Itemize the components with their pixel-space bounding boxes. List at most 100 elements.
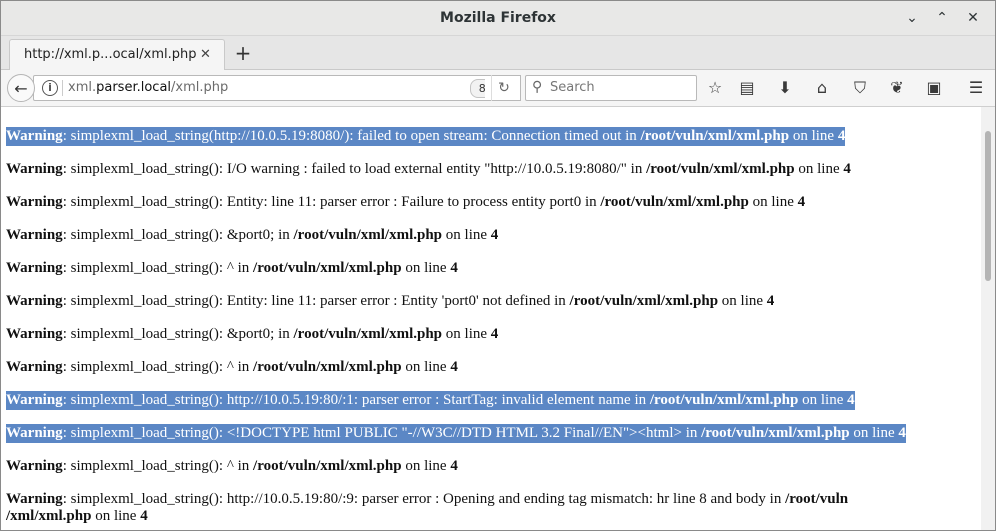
url-prefix: xml. [68, 80, 97, 95]
warning-line: Warning: simplexml_load_string(): ^ in /… [6, 358, 458, 377]
warning-on-line: on line [794, 161, 844, 177]
search-placeholder: Search [550, 80, 595, 95]
warning-label: Warning [6, 194, 63, 210]
minimize-icon[interactable]: ⌄ [901, 7, 923, 29]
site-info-icon[interactable]: i [42, 80, 58, 96]
warning-path: /root/vuln/xml/xml.php [600, 194, 749, 210]
warning-path: /root/vuln/xml/xml.php [293, 326, 443, 342]
warning-path: /root/vuln [785, 491, 849, 507]
warning-path: /xml/xml.php [6, 508, 92, 524]
warning-line: Warning: simplexml_load_string(http://10… [6, 127, 846, 146]
warning-label: Warning [6, 425, 63, 441]
browser-window: Mozilla Firefox ⌄ ⌃ ✕ http://xml.p...oca… [0, 0, 996, 531]
url-domain: parser.local [96, 80, 172, 95]
warning-message: : simplexml_load_string(): http://10.0.5… [62, 491, 786, 507]
warning-label: Warning [6, 392, 63, 408]
scrollbar[interactable] [981, 107, 995, 530]
back-button[interactable]: ← [7, 74, 35, 102]
warning-path: /root/vuln/xml/xml.php [293, 227, 443, 243]
warning-line-number: 4 [490, 227, 499, 243]
reload-icon[interactable]: ↻ [491, 75, 516, 101]
warning-line: Warning: simplexml_load_string(): &port0… [6, 226, 498, 245]
warning-label: Warning [6, 293, 63, 309]
warning-on-line: on line [442, 326, 491, 342]
warning-label: Warning [6, 161, 63, 177]
warning-line-number: 4 [490, 326, 499, 342]
reading-list-icon[interactable]: ▤ [734, 76, 760, 100]
warning-path: /root/vuln/xml/xml.php [701, 425, 850, 441]
url-path: /xml.php [171, 80, 229, 95]
warning-label: Warning [6, 128, 63, 144]
tab-strip: http://xml.p...ocal/xml.php ✕ + [1, 36, 995, 70]
warning-label: Warning [6, 326, 63, 342]
pocket-icon[interactable]: ⛉ [847, 76, 873, 100]
warning-line: Warning: simplexml_load_string(): <!DOCT… [6, 424, 906, 443]
warning-line-number: 4 [898, 425, 906, 441]
warning-path: /root/vuln/xml/xml.php [640, 128, 790, 144]
warning-message: : simplexml_load_string(): I/O warning :… [62, 161, 647, 177]
warning-message: : simplexml_load_string(): http://10.0.5… [62, 392, 650, 408]
url-separator [62, 80, 63, 96]
warning-on-line: on line [442, 227, 491, 243]
warning-line-number: 4 [140, 508, 148, 524]
warning-on-line: on line [401, 458, 451, 474]
search-icon: ⚲ [532, 79, 543, 95]
downloads-icon[interactable]: ⬇ [772, 76, 798, 100]
addon-icon[interactable]: ▣ [921, 76, 947, 100]
warning-line-number: 4 [450, 359, 458, 375]
warning-on-line: on line [789, 128, 838, 144]
search-input[interactable]: ⚲ Search [525, 75, 697, 101]
warning-label: Warning [6, 458, 63, 474]
menu-icon[interactable]: ☰ [963, 76, 989, 100]
tab-close-icon[interactable]: ✕ [200, 40, 211, 70]
warning-message: : simplexml_load_string(): ^ in [62, 458, 254, 474]
warning-line: Warning: simplexml_load_string(): ^ in /… [6, 457, 458, 476]
warning-on-line: on line [401, 260, 451, 276]
warning-line: /xml/xml.php on line 4 [6, 507, 148, 526]
warning-message: : simplexml_load_string(): &port0; in [62, 227, 294, 243]
close-window-icon[interactable]: ✕ [962, 7, 984, 29]
warning-line: Warning: simplexml_load_string(): Entity… [6, 193, 805, 212]
warning-path: /root/vuln/xml/xml.php [646, 161, 795, 177]
url-text[interactable]: xml.parser.local/xml.php [68, 76, 228, 100]
warning-path: /root/vuln/xml/xml.php [649, 392, 799, 408]
warning-line-number: 4 [843, 161, 851, 177]
title-bar: Mozilla Firefox ⌄ ⌃ ✕ [1, 1, 995, 36]
page-content: Warning: simplexml_load_string(http://10… [1, 107, 981, 530]
home-icon[interactable]: ⌂ [809, 76, 835, 100]
warning-on-line: on line [91, 508, 141, 524]
warning-line: Warning: simplexml_load_string(): Entity… [6, 292, 774, 311]
scrollbar-thumb[interactable] [985, 131, 991, 281]
maximize-icon[interactable]: ⌃ [931, 7, 953, 29]
warning-label: Warning [6, 359, 63, 375]
warning-message: : simplexml_load_string(http://10.0.5.19… [62, 128, 641, 144]
warning-line: Warning: simplexml_load_string(): http:/… [6, 391, 855, 410]
warning-path: /root/vuln/xml/xml.php [253, 458, 402, 474]
warning-on-line: on line [748, 194, 798, 210]
warning-line-number: 4 [450, 260, 458, 276]
warning-label: Warning [6, 260, 63, 276]
warning-line: Warning: simplexml_load_string(): I/O wa… [6, 160, 851, 179]
warning-line-number: 4 [797, 194, 806, 210]
new-tab-button[interactable]: + [231, 39, 255, 67]
tab-xml-php[interactable]: http://xml.p...ocal/xml.php ✕ [9, 39, 225, 70]
warning-message: : simplexml_load_string(): Entity: line … [62, 194, 601, 210]
warning-on-line: on line [718, 293, 767, 309]
extension-icon[interactable]: ❦ [884, 76, 910, 100]
url-bar[interactable]: i xml.parser.local/xml.php 80% [33, 75, 519, 101]
warning-on-line: on line [849, 425, 899, 441]
warning-message: : simplexml_load_string(): Entity: line … [62, 293, 570, 309]
warning-on-line: on line [401, 359, 451, 375]
warning-line-number: 4 [766, 293, 775, 309]
bookmark-star-icon[interactable]: ☆ [702, 76, 728, 100]
warning-label: Warning [6, 227, 63, 243]
warning-label: Warning [6, 491, 63, 507]
warning-path: /root/vuln/xml/xml.php [253, 359, 402, 375]
warning-line-number: 4 [847, 392, 855, 408]
warning-line: Warning: simplexml_load_string(): ^ in /… [6, 259, 458, 278]
warning-line-number: 4 [837, 128, 846, 144]
warning-path: /root/vuln/xml/xml.php [569, 293, 719, 309]
warning-message: : simplexml_load_string(): <!DOCTYPE htm… [62, 425, 702, 441]
warning-path: /root/vuln/xml/xml.php [253, 260, 402, 276]
warning-message: : simplexml_load_string(): &port0; in [62, 326, 294, 342]
